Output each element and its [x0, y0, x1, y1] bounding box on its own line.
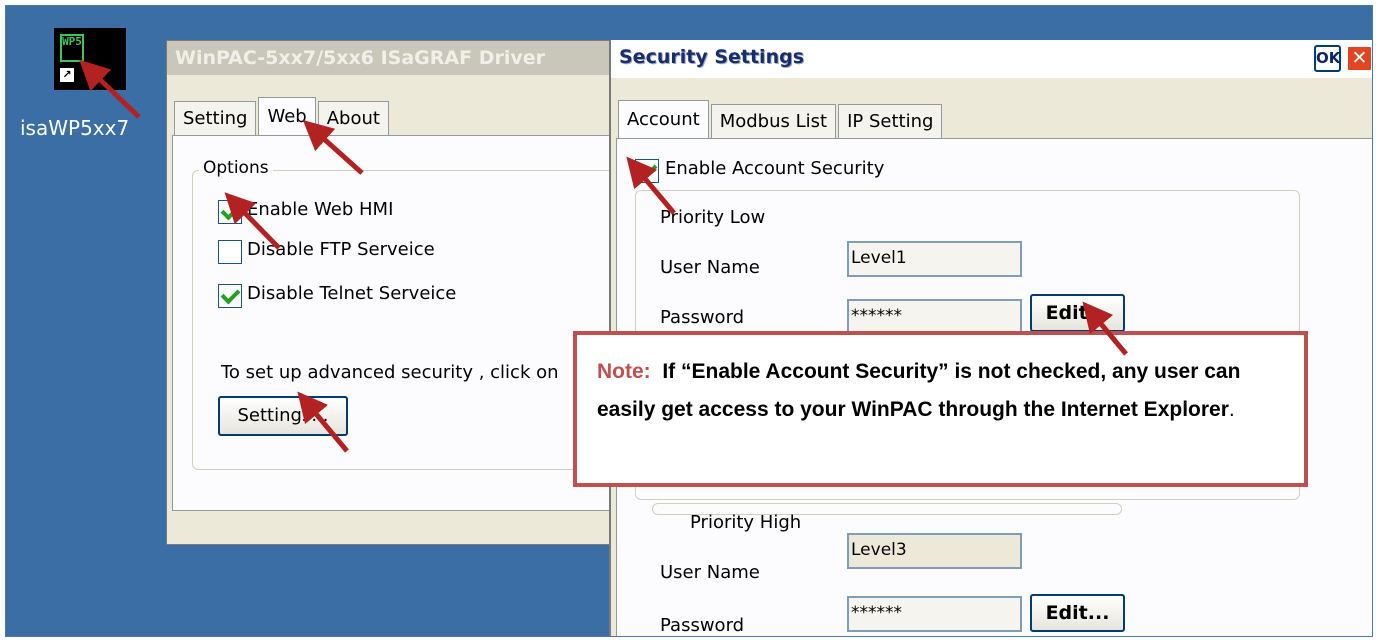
- ok-button[interactable]: OK: [1314, 45, 1341, 72]
- high-user-name-field[interactable]: Level3: [847, 533, 1022, 569]
- screenshot-frame: WP5 ↗ isaWP5xx7 WinPAC-5xx7/5xx6 ISaGRAF…: [5, 5, 1373, 637]
- tab-web[interactable]: Web: [258, 97, 316, 135]
- shortcut-arrow-icon: ↗: [60, 68, 74, 82]
- low-user-name-label: User Name: [660, 257, 760, 278]
- advanced-security-text: To set up advanced security , click on: [221, 362, 559, 383]
- enable-account-security-checkbox[interactable]: [635, 159, 659, 183]
- disable-telnet-checkbox[interactable]: [218, 284, 242, 308]
- low-password-label: Password: [660, 307, 745, 328]
- note-text: If “Enable Account Security” is not chec…: [597, 360, 1241, 421]
- driver-window-titlebar[interactable]: WinPAC-5xx7/5xx6 ISaGRAF Driver: [167, 41, 645, 75]
- settings-button[interactable]: Settings...: [218, 396, 348, 436]
- close-button[interactable]: ✕: [1346, 45, 1372, 72]
- priority-low-title: Priority Low: [660, 207, 766, 228]
- driver-tab-strip: Setting Web About: [174, 97, 391, 135]
- high-edit-button[interactable]: Edit...: [1030, 594, 1125, 632]
- high-password-label: Password: [660, 615, 745, 636]
- tab-account[interactable]: Account: [618, 100, 709, 138]
- enable-web-hmi-label[interactable]: Enable Web HMI: [247, 199, 393, 220]
- tab-ip-setting[interactable]: IP Setting: [838, 104, 943, 138]
- high-password-field[interactable]: ******: [847, 596, 1022, 632]
- driver-window-title: WinPAC-5xx7/5xx6 ISaGRAF Driver: [175, 47, 545, 69]
- note-period: .: [1228, 398, 1235, 421]
- low-edit-button[interactable]: Edit...: [1030, 294, 1125, 332]
- tab-modbus-list[interactable]: Modbus List: [710, 104, 837, 138]
- disable-telnet-label[interactable]: Disable Telnet Serveice: [247, 283, 456, 304]
- tab-about[interactable]: About: [317, 101, 389, 135]
- low-password-field[interactable]: ******: [847, 299, 1022, 335]
- web-tab-panel: Options Enable Web HMI Disable FTP Serve…: [172, 135, 652, 511]
- security-tab-strip: Account Modbus List IP Setting: [618, 100, 944, 138]
- note-callout: Note: If “Enable Account Security” is no…: [573, 331, 1308, 487]
- isawp5xx7-shortcut-icon[interactable]: WP5 ↗: [54, 28, 126, 90]
- priority-high-title: Priority High: [690, 512, 802, 533]
- options-legend: Options: [199, 158, 273, 178]
- desktop-icon-label[interactable]: isaWP5xx7: [20, 116, 129, 140]
- enable-account-security-label[interactable]: Enable Account Security: [665, 158, 884, 179]
- high-user-name-label: User Name: [660, 562, 760, 583]
- low-user-name-field[interactable]: Level1: [847, 241, 1022, 277]
- security-window-titlebar[interactable]: Security Settings OK ✕: [611, 40, 1372, 78]
- tab-setting[interactable]: Setting: [174, 101, 257, 135]
- disable-ftp-label[interactable]: Disable FTP Serveice: [247, 239, 435, 260]
- disable-ftp-checkbox[interactable]: [218, 240, 242, 264]
- enable-web-hmi-checkbox[interactable]: [218, 200, 242, 224]
- security-window-title: Security Settings: [619, 46, 805, 68]
- wp5-logo-icon: WP5: [60, 34, 84, 62]
- note-label: Note:: [597, 360, 651, 383]
- desktop: WP5 ↗ isaWP5xx7 WinPAC-5xx7/5xx6 ISaGRAF…: [6, 6, 1372, 636]
